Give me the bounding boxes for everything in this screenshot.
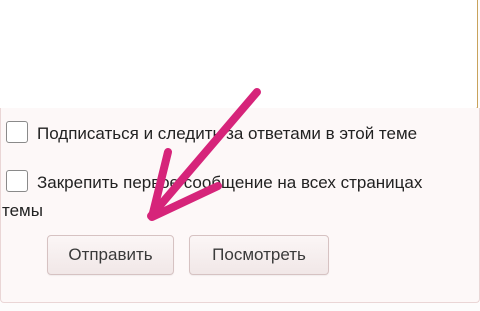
subscribe-label: Подписаться и следить за ответами в этой… [37,124,418,143]
subscribe-checkbox[interactable] [6,121,28,143]
pin-first-post-label: Закрепить первое сообщение на всех стран… [37,173,423,192]
subscribe-option[interactable]: Подписаться и следить за ответами в этой… [6,120,417,147]
pin-first-post-label-continued: темы [2,201,43,220]
preview-button[interactable]: Посмотреть [189,235,329,275]
pin-first-post-checkbox[interactable] [6,170,28,192]
pin-first-post-option[interactable]: Закрепить первое сообщение на всех стран… [6,169,422,196]
message-textarea[interactable] [0,0,478,109]
submit-button[interactable]: Отправить [47,235,174,275]
post-reply-form: Подписаться и следить за ответами в этой… [0,0,480,311]
